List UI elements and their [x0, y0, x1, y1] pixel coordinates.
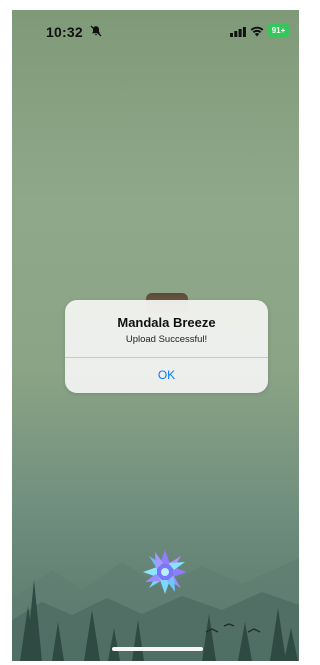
ok-button[interactable]: OK [65, 358, 268, 393]
phone-screen: 10:32 91+ Mandala Breeze Upload Successf… [12, 10, 299, 661]
bell-icon [90, 25, 102, 37]
status-time: 10:32 [46, 24, 83, 40]
status-bar: 10:32 91+ [12, 10, 299, 50]
wifi-icon [250, 26, 264, 37]
dialog-title: Mandala Breeze [117, 315, 216, 330]
battery-icon: 91+ [267, 24, 290, 37]
home-indicator[interactable] [112, 647, 203, 651]
signal-icon [230, 27, 246, 37]
dialog-message: Upload Successful! [125, 334, 208, 345]
mandala-icon[interactable] [142, 549, 188, 595]
upload-alert-dialog: Mandala Breeze Upload Successful! OK [65, 300, 268, 393]
